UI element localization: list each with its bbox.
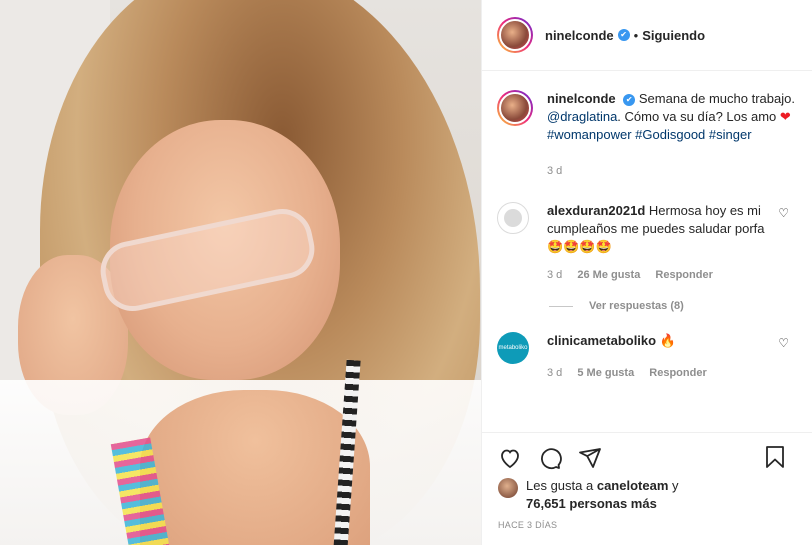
caption-text-2: . Cómo va su día? Los amo: [617, 109, 777, 124]
hashtag-womanpower[interactable]: #womanpower: [547, 127, 632, 142]
likes-prefix: Les gusta a: [526, 478, 594, 493]
post-header: ninelconde ✔ • Siguiendo: [482, 0, 812, 71]
comment-avatar[interactable]: metaboliko: [497, 332, 529, 364]
hashtag-singer[interactable]: #singer: [709, 127, 752, 142]
comment-like-heart-icon[interactable]: ♡: [778, 206, 789, 220]
comment-item: metaboliko clinicametaboliko 🔥 3 d 5 Me …: [482, 332, 812, 382]
caption-avatar[interactable]: [497, 90, 533, 126]
comment-time[interactable]: 3 d: [547, 269, 562, 281]
comment-like-heart-icon[interactable]: ♡: [778, 336, 789, 350]
verified-icon: ✔: [623, 93, 636, 106]
mention-link[interactable]: @draglatina: [547, 109, 617, 124]
likes-count[interactable]: 76,651 personas más: [526, 496, 657, 511]
view-replies-button[interactable]: Ver respuestas (8): [482, 300, 812, 312]
avatar[interactable]: [497, 17, 533, 53]
comment-avatar[interactable]: [497, 202, 529, 234]
header-username[interactable]: ninelconde: [545, 28, 614, 43]
caption-time[interactable]: 3 d: [547, 165, 562, 177]
reply-button[interactable]: Responder: [649, 367, 706, 379]
post-photo[interactable]: [0, 0, 481, 545]
post-date[interactable]: HACE 3 DÍAS: [498, 520, 557, 530]
liker-avatar[interactable]: [498, 478, 518, 498]
verified-icon: ✔: [617, 29, 630, 41]
caption-text-1: Semana de mucho trabajo.: [638, 91, 795, 106]
comment-username[interactable]: clinicametaboliko: [547, 333, 656, 348]
following-button[interactable]: Siguiendo: [642, 28, 705, 43]
separator: •: [633, 27, 639, 43]
share-icon[interactable]: [578, 446, 602, 470]
comment-item: alexduran2021d Hermosa hoy es mi cumplea…: [482, 202, 812, 284]
reply-button[interactable]: Responder: [655, 269, 712, 281]
post-panel: ninelconde ✔ • Siguiendo ninelconde ✔ Se…: [481, 0, 812, 545]
caption-username[interactable]: ninelconde: [547, 91, 616, 106]
bookmark-icon[interactable]: [763, 445, 787, 469]
comment-likes[interactable]: 26 Me gusta: [577, 269, 640, 281]
heart-icon[interactable]: [498, 446, 522, 470]
hashtag-godisgood[interactable]: #Godisgood: [635, 127, 705, 142]
comments-section[interactable]: ninelconde ✔ Semana de mucho trabajo. @d…: [482, 72, 812, 432]
comment-username[interactable]: alexduran2021d: [547, 203, 645, 218]
view-replies-label: Ver respuestas (8): [589, 300, 684, 312]
likes-summary: Les gusta a caneloteam y 76,651 personas…: [498, 477, 679, 513]
liker-username[interactable]: caneloteam: [597, 478, 669, 493]
comment-icon[interactable]: [538, 446, 562, 470]
comment-likes[interactable]: 5 Me gusta: [577, 367, 634, 379]
likes-suffix: y: [672, 478, 679, 493]
comment-text: 🔥: [659, 333, 676, 348]
caption: ninelconde ✔ Semana de mucho trabajo. @d…: [482, 72, 812, 180]
action-bar: [482, 432, 812, 482]
red-heart-emoji: ❤: [779, 109, 791, 124]
comment-time[interactable]: 3 d: [547, 367, 562, 379]
